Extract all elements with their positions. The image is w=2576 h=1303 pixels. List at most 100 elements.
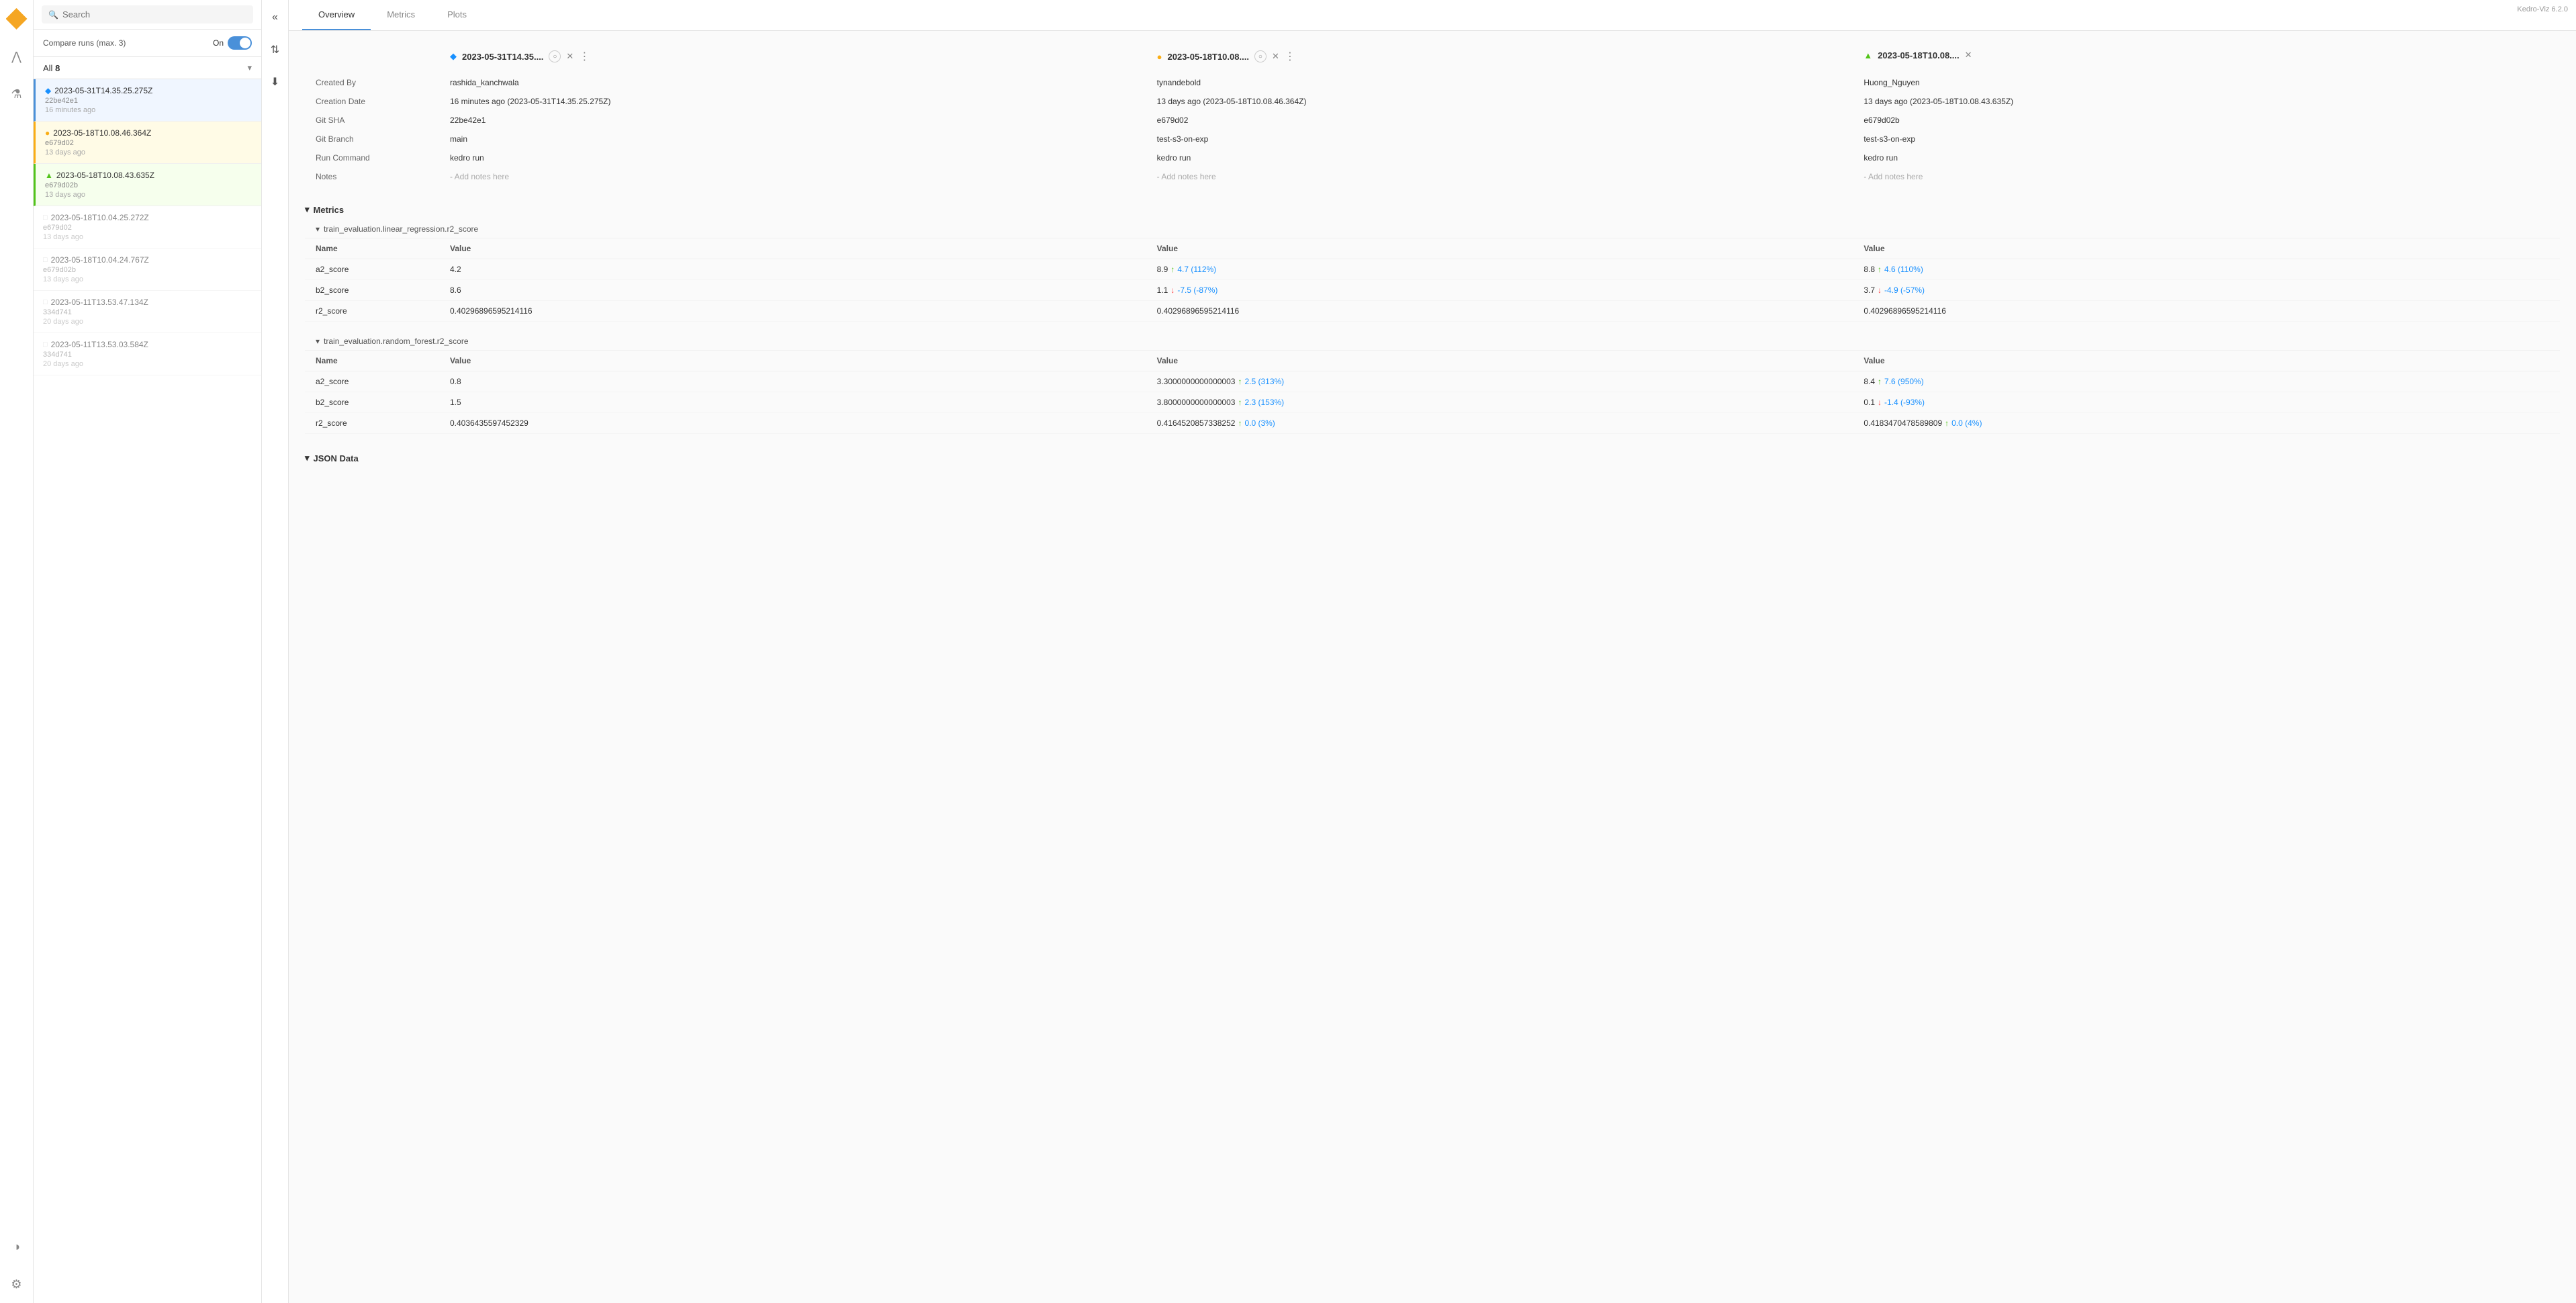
- theme-icon[interactable]: ◑: [5, 1234, 29, 1259]
- run-time-4: 13 days ago: [43, 233, 252, 241]
- metric-group-1-name: train_evaluation.random_forest.r2_score: [324, 336, 468, 346]
- metric-1-2-val0: 0.4036435597452329: [439, 413, 1146, 433]
- run-hash-3: e679d02b: [45, 181, 252, 189]
- run2-header: ● 2023-05-18T10.08.... ○ ✕ ⋮: [1146, 44, 1853, 69]
- json-data-header[interactable]: ▾ JSON Data: [305, 447, 2560, 469]
- tab-metrics[interactable]: Metrics: [371, 0, 431, 30]
- run-item-5[interactable]: □ 2023-05-18T10.04.24.767Z e679d02b 13 d…: [34, 249, 261, 291]
- run-item-7[interactable]: □ 2023-05-11T13.53.03.584Z 334d741 20 da…: [34, 333, 261, 375]
- metric-group-0-name: train_evaluation.linear_regression.r2_sc…: [324, 224, 478, 234]
- label-git-branch: Git Branch: [305, 130, 439, 148]
- col-value-1-2: Value: [1853, 351, 2560, 371]
- metric-group-1-header[interactable]: ▾ train_evaluation.random_forest.r2_scor…: [305, 332, 2560, 350]
- diff-1-1-1: 2.3 (153%): [1244, 398, 1284, 407]
- settings-icon[interactable]: ⚙: [5, 1272, 29, 1296]
- run3-run-command: kedro run: [1853, 149, 2560, 167]
- run-time-1: 16 minutes ago: [45, 106, 252, 114]
- metric-0-1-val1: 1.1 ↓ -7.5 (-87%): [1146, 280, 1853, 300]
- tabs-bar: Overview Metrics Plots: [289, 0, 2576, 31]
- run3-git-sha: e679d02b: [1853, 111, 2560, 129]
- metric-row-0-0: a2_score 4.2 8.9 ↑ 4.7 (112%) 8.8 ↑ 4.6 …: [305, 259, 2560, 280]
- run-time-6: 20 days ago: [43, 318, 252, 326]
- run-icon-1: ◆: [45, 86, 51, 95]
- arrow-up-1-1-1: ↑: [1238, 398, 1242, 407]
- metric-0-2-val1: 0.40296896595214116: [1146, 301, 1853, 321]
- download-button[interactable]: ⬇: [265, 71, 286, 93]
- run2-close-btn[interactable]: ✕: [1272, 51, 1279, 62]
- metric-row-1-2: r2_score 0.4036435597452329 0.4164520857…: [305, 413, 2560, 434]
- run1-status-btn[interactable]: ○: [549, 50, 561, 62]
- metric-1-0-name: a2_score: [305, 371, 439, 392]
- pipeline-icon[interactable]: ⋀: [5, 44, 29, 69]
- metric-0-0-val2: 8.8 ↑ 4.6 (110%): [1853, 259, 2560, 279]
- run2-status-btn[interactable]: ○: [1254, 50, 1267, 62]
- metric-0-2-val0: 0.40296896595214116: [439, 301, 1146, 321]
- run-name-3: ▲ 2023-05-18T10.08.43.635Z: [45, 171, 252, 180]
- run1-header-icon: ◆: [450, 51, 457, 62]
- metric-group-0-chevron: ▾: [316, 224, 320, 234]
- info-git-branch: Git Branch main test-s3-on-exp test-s3-o…: [305, 130, 2560, 148]
- run-item-2[interactable]: ● 2023-05-18T10.08.46.364Z e679d02 13 da…: [34, 122, 261, 164]
- run3-notes[interactable]: - Add notes here: [1853, 168, 2560, 185]
- run2-notes[interactable]: - Add notes here: [1146, 168, 1853, 185]
- run-item-6[interactable]: □ 2023-05-11T13.53.47.134Z 334d741 20 da…: [34, 291, 261, 333]
- metric-0-2-name: r2_score: [305, 301, 439, 321]
- run-item-3[interactable]: ▲ 2023-05-18T10.08.43.635Z e679d02b 13 d…: [34, 164, 261, 206]
- run3-creation-date: 13 days ago (2023-05-18T10.08.43.635Z): [1853, 93, 2560, 110]
- metric-group-0-header[interactable]: ▾ train_evaluation.linear_regression.r2_…: [305, 220, 2560, 238]
- metric-1-2-name: r2_score: [305, 413, 439, 433]
- run3-close-btn[interactable]: ✕: [1965, 50, 1972, 60]
- json-data-chevron-icon: ▾: [305, 453, 310, 463]
- metric-0-1-val0: 8.6: [439, 280, 1146, 300]
- filter-chevron-icon[interactable]: ▾: [247, 62, 252, 73]
- label-run-command: Run Command: [305, 149, 439, 167]
- filter-label: All 8: [43, 63, 60, 73]
- tab-overview[interactable]: Overview: [302, 0, 371, 30]
- metric-row-1-0: a2_score 0.8 3.3000000000000003 ↑ 2.5 (3…: [305, 371, 2560, 392]
- info-git-sha: Git SHA 22be42e1 e679d02 e679d02b: [305, 111, 2560, 129]
- run3-git-branch: test-s3-on-exp: [1853, 130, 2560, 148]
- metrics-section-header[interactable]: ▾ Metrics: [305, 199, 2560, 220]
- sidebar: 🔍 Compare runs (max. 3) On All 8 ▾ ◆ 202…: [34, 0, 262, 1303]
- run1-git-sha: 22be42e1: [439, 111, 1146, 129]
- run-item-1[interactable]: ◆ 2023-05-31T14.35.25.275Z 22be42e1 16 m…: [34, 79, 261, 122]
- metric-0-2-val2: 0.40296896595214116: [1853, 301, 2560, 321]
- content-area: ◆ 2023-05-31T14.35.... ○ ✕ ⋮ ● 2023-05-1…: [289, 31, 2576, 1303]
- tab-plots[interactable]: Plots: [431, 0, 483, 30]
- app-version: Kedro-Viz 6.2.0: [2517, 5, 2568, 13]
- diff-0-1-1: -7.5 (-87%): [1177, 285, 1217, 295]
- run3-created-by: Huong_Nguyen: [1853, 74, 2560, 91]
- metric-1-2-val2: 0.4183470478589809 ↑ 0.0 (4%): [1853, 413, 2560, 433]
- run1-header: ◆ 2023-05-31T14.35.... ○ ✕ ⋮: [439, 44, 1146, 69]
- collapse-button[interactable]: «: [265, 7, 286, 28]
- run1-close-btn[interactable]: ✕: [566, 51, 573, 62]
- search-input[interactable]: [62, 9, 246, 19]
- col-value-0-2: Value: [1853, 238, 2560, 259]
- col-value-1-1: Value: [1146, 351, 1853, 371]
- run-icon-2: ●: [45, 128, 50, 138]
- run-item-4[interactable]: □ 2023-05-18T10.04.25.272Z e679d02 13 da…: [34, 206, 261, 249]
- run1-notes[interactable]: - Add notes here: [439, 168, 1146, 185]
- experiment-icon[interactable]: ⚗: [5, 82, 29, 106]
- compare-toggle[interactable]: [228, 36, 252, 50]
- run1-more-btn[interactable]: ⋮: [579, 50, 590, 63]
- run1-creation-date: 16 minutes ago (2023-05-31T14.35.25.275Z…: [439, 93, 1146, 110]
- run-name-4: □ 2023-05-18T10.04.25.272Z: [43, 213, 252, 222]
- run2-more-btn[interactable]: ⋮: [1285, 50, 1296, 63]
- metric-row-0-2: r2_score 0.40296896595214116 0.402968965…: [305, 301, 2560, 322]
- json-data-section: ▾ JSON Data: [305, 447, 2560, 469]
- metric-1-0-val2: 8.4 ↑ 7.6 (950%): [1853, 371, 2560, 392]
- sort-button[interactable]: ⇅: [265, 39, 286, 60]
- run2-git-sha: e679d02: [1146, 111, 1853, 129]
- metric-row-1-1: b2_score 1.5 3.8000000000000003 ↑ 2.3 (1…: [305, 392, 2560, 413]
- run2-header-icon: ●: [1157, 52, 1162, 62]
- run-time-7: 20 days ago: [43, 360, 252, 368]
- run2-header-title: 2023-05-18T10.08....: [1168, 52, 1249, 62]
- search-box[interactable]: 🔍: [42, 5, 253, 24]
- metrics-section: ▾ Metrics ▾ train_evaluation.linear_regr…: [305, 199, 2560, 434]
- col-value-1-0: Value: [439, 351, 1146, 371]
- info-created-by: Created By rashida_kanchwala tynandebold…: [305, 74, 2560, 91]
- run-name-5: □ 2023-05-18T10.04.24.767Z: [43, 255, 252, 265]
- run2-creation-date: 13 days ago (2023-05-18T10.08.46.364Z): [1146, 93, 1853, 110]
- diff-1-1-2: -1.4 (-93%): [1884, 398, 1925, 407]
